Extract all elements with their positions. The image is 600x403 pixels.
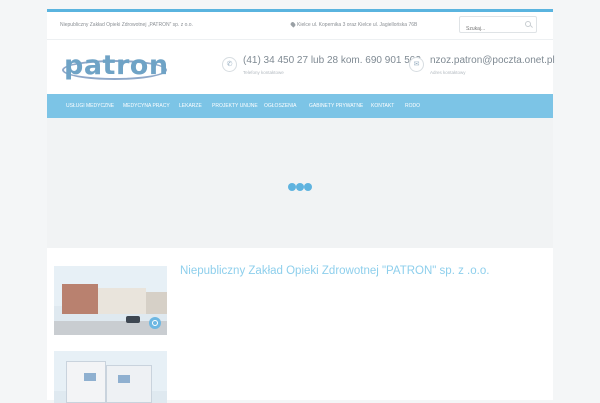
hero-slider xyxy=(47,118,553,248)
search-box[interactable] xyxy=(459,16,537,37)
post-title[interactable]: Niepubliczny Zakład Opieki Zdrowotnej "P… xyxy=(180,265,489,277)
loading-dot xyxy=(304,183,312,191)
email-address[interactable]: nzoz.patron@poczta.onet.pl xyxy=(430,55,555,66)
post-thumbnail[interactable] xyxy=(54,351,167,403)
top-bar: Niepubliczny Zakład Opieki Zdrowotnej „P… xyxy=(47,12,553,39)
nav-item-gabinety-prywatne[interactable]: GABINETY PRYWATNE xyxy=(309,94,363,118)
zoom-icon[interactable] xyxy=(149,317,161,329)
search-input[interactable] xyxy=(460,21,520,37)
address: Kielce ul. Kopernika 3 oraz Kielce ul. J… xyxy=(289,21,418,28)
thumbnail-window xyxy=(118,375,130,383)
company-name-small: Niepubliczny Zakład Opieki Zdrowotnej „P… xyxy=(60,22,193,28)
nav-item-kontakt[interactable]: KONTAKT xyxy=(371,94,394,118)
post-thumbnail[interactable] xyxy=(54,266,167,335)
nav-item-medycyna-pracy[interactable]: MEDYCYNA PRACY xyxy=(123,94,170,118)
nav-item-ogloszenia[interactable]: OGŁOSZENIA xyxy=(264,94,297,118)
thumbnail-building xyxy=(62,284,98,314)
nav-item-rodo[interactable]: RODO xyxy=(405,94,420,118)
main-nav: USŁUGI MEDYCZNE MEDYCYNA PRACY LEKARZE P… xyxy=(47,94,553,118)
loading-indicator xyxy=(288,183,312,191)
header-divider xyxy=(47,39,553,40)
logo-text: patron xyxy=(64,50,169,81)
nav-item-uslugi-medyczne[interactable]: USŁUGI MEDYCZNE xyxy=(66,94,114,118)
thumbnail-building xyxy=(146,292,167,314)
thumbnail-building xyxy=(106,365,152,403)
envelope-icon: ✉ xyxy=(409,57,424,72)
search-icon[interactable] xyxy=(525,21,531,27)
thumbnail-building xyxy=(98,288,146,314)
site-logo[interactable]: patron xyxy=(60,50,170,86)
thumbnail-building xyxy=(66,361,106,403)
map-pin-icon xyxy=(289,21,297,28)
thumbnail-car xyxy=(126,316,140,323)
nav-item-projekty-unijne[interactable]: PROJEKTY UNIJNE xyxy=(212,94,258,118)
loading-dot xyxy=(296,183,304,191)
phone-number: (41) 34 450 27 lub 28 kom. 690 901 502 xyxy=(243,55,421,66)
phone-caption: Telefony kontaktowe xyxy=(243,70,284,75)
loading-dot xyxy=(288,183,296,191)
nav-item-lekarze[interactable]: LEKARZE xyxy=(179,94,202,118)
email-caption: Adres kontaktowy xyxy=(430,70,466,75)
address-text: Kielce ul. Kopernika 3 oraz Kielce ul. J… xyxy=(297,22,418,28)
phone-icon: ✆ xyxy=(222,57,237,72)
page-wrapper: Niepubliczny Zakład Opieki Zdrowotnej „P… xyxy=(47,9,555,403)
thumbnail-window xyxy=(84,373,96,381)
